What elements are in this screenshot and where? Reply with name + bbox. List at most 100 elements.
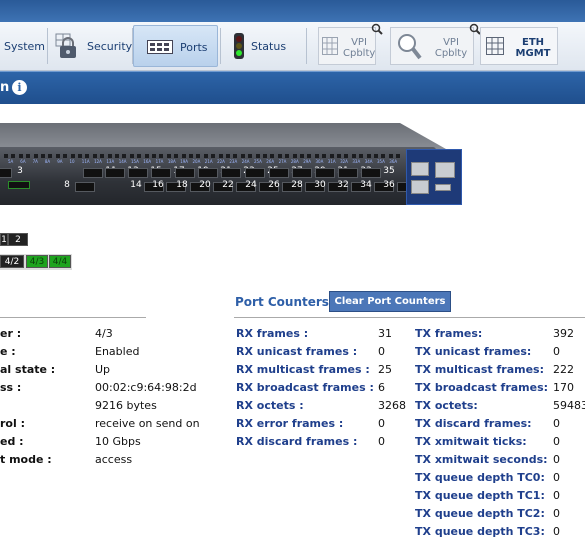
switch-port-number: 14 — [130, 180, 142, 190]
tab-system[interactable]: System — [0, 25, 45, 67]
switch-port-number: 35 — [383, 166, 395, 176]
vent-slot — [166, 154, 171, 158]
grid-icon — [486, 37, 504, 58]
magnifier-icon — [371, 23, 383, 38]
switch-port[interactable] — [83, 168, 103, 178]
port-label-text: 27A — [278, 159, 287, 164]
vent-slot — [322, 154, 327, 158]
tx-counter-label: TX octets: — [415, 399, 478, 412]
port-label-text: 24A — [241, 159, 250, 164]
switch-port[interactable] — [75, 182, 95, 192]
tx-counter-value: 0 — [553, 525, 560, 538]
port-label-text: 29A — [303, 159, 312, 164]
rx-counter-value: 31 — [378, 327, 392, 340]
tx-counter-label: TX queue depth TC3: — [415, 525, 545, 538]
port-label-text: 19A — [180, 159, 189, 164]
vent-slot — [26, 154, 31, 158]
tab-status[interactable]: Status — [222, 25, 304, 67]
tx-counter-label: TX discard frames: — [415, 417, 532, 430]
port-info-label: al state : — [0, 363, 56, 376]
grid-icon — [322, 37, 338, 58]
vent-slot — [300, 154, 304, 158]
vent-slot — [366, 154, 371, 158]
switch-port[interactable] — [245, 168, 265, 178]
toolbar-divider — [220, 28, 221, 64]
switch-port-number: 34 — [360, 180, 372, 190]
tx-counter-value: 0 — [553, 489, 560, 502]
vent-slot — [270, 154, 275, 158]
port-label-text: 16A — [143, 159, 152, 164]
switch-port[interactable] — [128, 168, 148, 178]
vent-slot — [11, 154, 16, 158]
vent-slot — [63, 154, 68, 158]
port-label-text: 33A — [352, 159, 361, 164]
toolbar-divider — [306, 28, 307, 64]
port-counters-title: Port Counters — [235, 295, 329, 309]
vent-slot — [189, 154, 193, 158]
vent-slot — [388, 154, 393, 158]
eth-mgmt-line2: MGMT — [515, 48, 551, 59]
usb-port — [435, 184, 451, 191]
vent-slot — [344, 154, 349, 158]
vent-slot — [359, 154, 364, 158]
port-info-label: ss : — [0, 381, 22, 394]
tx-counter-value: 392 — [553, 327, 574, 340]
vent-slot — [92, 154, 97, 158]
port-label-text: 14A — [118, 159, 127, 164]
switch-port[interactable] — [105, 168, 125, 178]
vpi-capability-button-1[interactable]: VPI Cpblty — [318, 23, 383, 65]
port-label-text: 28A — [290, 159, 299, 164]
port-chip[interactable]: 4/4 — [49, 255, 71, 268]
switch-port[interactable] — [315, 168, 335, 178]
vpi-button-2-line2: Cpblty — [434, 48, 468, 59]
tab-ports[interactable]: Ports — [133, 25, 218, 67]
clear-port-counters-button[interactable]: Clear Port Counters — [329, 291, 451, 312]
port-chip[interactable]: 2 — [8, 233, 28, 246]
eth-mgmt-button[interactable]: ETH MGMT — [480, 27, 558, 65]
switch-port[interactable] — [198, 168, 218, 178]
port-label-text: 7A — [32, 159, 38, 164]
port-label-text: 25A — [254, 159, 262, 164]
switch-port-number: 28 — [291, 180, 303, 190]
switch-port[interactable] — [175, 168, 195, 178]
switch-port[interactable] — [292, 168, 312, 178]
vpi-capability-button-2[interactable]: VPI Cpblty — [390, 23, 481, 65]
section-title: n — [0, 80, 10, 95]
vent-slot — [100, 154, 105, 158]
port-info-value: 9216 bytes — [95, 399, 157, 412]
switch-port[interactable] — [221, 168, 241, 178]
switch-port[interactable] — [151, 168, 171, 178]
mgmt-ethernet-port — [411, 162, 429, 176]
switch-active-port[interactable] — [8, 181, 30, 189]
tx-counter-label: TX queue depth TC1: — [415, 489, 545, 502]
port-chip[interactable]: 1 — [0, 233, 8, 246]
port-chip[interactable]: 4/2 — [0, 255, 24, 268]
vent-slot — [277, 154, 282, 158]
vent-slot — [159, 154, 164, 158]
switch-port-number: 8 — [64, 180, 70, 190]
rx-counter-label: RX frames : — [236, 327, 309, 340]
switch-port[interactable] — [361, 168, 381, 178]
vent-slot — [107, 154, 112, 158]
port-chip-selected[interactable]: 4/3 — [26, 255, 48, 268]
vent-slot — [122, 154, 127, 158]
vent-slot — [233, 154, 238, 158]
tx-counter-label: TX queue depth TC2: — [415, 507, 545, 520]
port-label-text: 30A — [315, 159, 324, 164]
port-info-value: Up — [95, 363, 111, 376]
vent-slot — [292, 154, 297, 158]
info-icon[interactable]: i — [12, 80, 27, 95]
switch-port[interactable] — [338, 168, 358, 178]
rx-counter-value: 6 — [378, 381, 385, 394]
port-label-text: 12A — [94, 159, 102, 164]
port-counters-divider — [234, 317, 585, 318]
tx-counter-value: 0 — [553, 435, 560, 448]
tx-counter-value: 0 — [553, 507, 560, 520]
magnifier-icon — [396, 31, 422, 64]
switch-port[interactable] — [269, 168, 289, 178]
port-label-text: 32A — [340, 159, 348, 164]
vent-slot — [55, 154, 60, 158]
vent-slot — [137, 154, 142, 158]
port-info-label: t mode : — [0, 453, 52, 466]
tab-security[interactable]: Security — [50, 25, 132, 67]
